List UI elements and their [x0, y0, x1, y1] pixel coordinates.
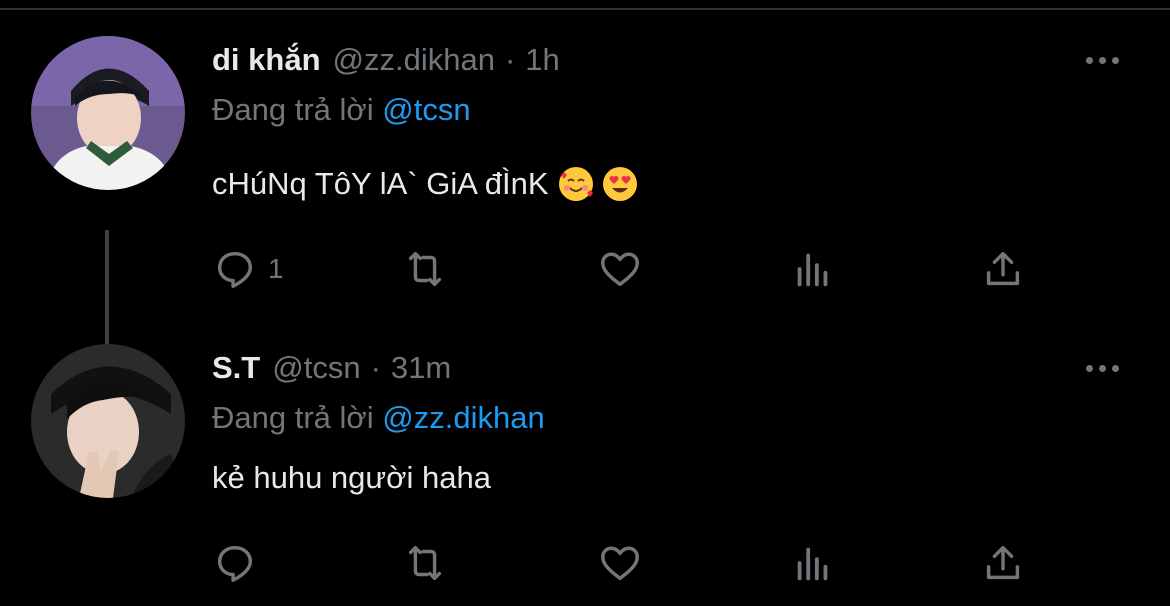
top-divider: [0, 8, 1170, 10]
tweet-text: cHúNq TôY lA` GiA đÌnK: [212, 166, 637, 202]
views-button[interactable]: [790, 244, 836, 294]
views-icon: [797, 253, 828, 287]
replying-to: Đang trả lời @zz.dikhan: [212, 400, 545, 436]
more-icon[interactable]: [1082, 50, 1122, 70]
reply-button[interactable]: [212, 538, 268, 588]
views-icon: [797, 547, 828, 581]
tweet-actions: [212, 538, 1072, 588]
replying-prefix: Đang trả lời: [212, 400, 374, 435]
username[interactable]: @zz.dikhan: [333, 42, 495, 78]
tweet[interactable]: S.T @tcsn · 31m Đang trả lời @zz.dikhan …: [0, 344, 1170, 606]
more-icon[interactable]: [1082, 358, 1122, 378]
reply-count: 1: [268, 253, 284, 284]
tweet-header: S.T @tcsn · 31m: [212, 350, 451, 390]
retweet-button[interactable]: [402, 538, 448, 588]
display-name[interactable]: di khắn: [212, 42, 321, 78]
like-button[interactable]: [597, 538, 643, 588]
avatar[interactable]: [31, 36, 185, 190]
separator: ·: [504, 42, 516, 77]
mention-link[interactable]: @tcsn: [382, 92, 470, 127]
reply-icon: [217, 545, 253, 582]
timestamp[interactable]: 31m: [391, 350, 451, 386]
share-icon: [986, 251, 1020, 286]
retweet-button[interactable]: [402, 244, 448, 294]
like-icon: [601, 252, 639, 287]
tweet-text: kẻ huhu người haha: [212, 460, 491, 496]
share-button[interactable]: [980, 244, 1026, 294]
tweet-text-content: kẻ huhu người haha: [212, 460, 491, 495]
like-button[interactable]: [597, 244, 643, 294]
heart-eyes-emoji: [602, 167, 637, 201]
display-name[interactable]: S.T: [212, 350, 260, 386]
share-icon: [986, 545, 1020, 580]
reply-icon: [217, 251, 253, 288]
replying-to: Đang trả lời @tcsn: [212, 92, 471, 128]
timestamp[interactable]: 1h: [525, 42, 559, 78]
like-icon: [601, 546, 639, 581]
views-button[interactable]: [790, 538, 836, 588]
reply-button[interactable]: 1: [212, 244, 284, 294]
mention-link[interactable]: @zz.dikhan: [382, 400, 544, 435]
retweet-icon: [408, 545, 442, 581]
tweet[interactable]: di khắn @zz.dikhan · 1h Đang trả lời @tc…: [0, 36, 1170, 376]
tweet-actions: 1: [212, 244, 1072, 294]
replying-prefix: Đang trả lời: [212, 92, 374, 127]
smiling-face-with-hearts-emoji: [558, 167, 593, 201]
retweet-icon: [408, 251, 442, 287]
username[interactable]: @tcsn: [272, 350, 360, 386]
separator: ·: [370, 350, 381, 385]
tweet-header: di khắn @zz.dikhan · 1h: [212, 42, 560, 82]
tweet-text-content: cHúNq TôY lA` GiA đÌnK: [212, 166, 549, 201]
avatar[interactable]: [31, 344, 185, 498]
share-button[interactable]: [980, 538, 1026, 588]
